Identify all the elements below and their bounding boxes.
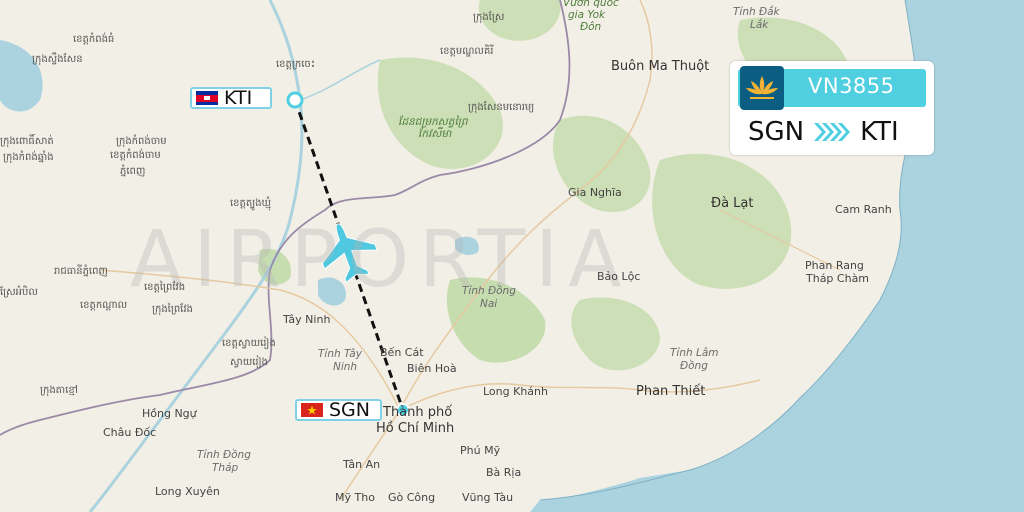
label-my-tho: Mỹ Tho [335, 491, 375, 504]
vietnam-flag [301, 403, 323, 417]
label-gia-nghia: Gia Nghĩa [568, 186, 622, 199]
label-yok-don-2: gia Yok [568, 9, 606, 21]
label-ba-ria: Bà Rịa [486, 466, 522, 479]
label-phu-my: Phú Mỹ [460, 444, 501, 457]
route-origin: SGN [748, 117, 805, 147]
label-tinh-lam-dong-2: Đồng [680, 360, 708, 372]
destination-marker [286, 91, 304, 109]
label-khmer-15: ខេត្តកណ្ដាល [80, 300, 128, 311]
label-tinh-dong-nai-2: Nai [480, 298, 498, 310]
label-thanh-pho: Thành phố [383, 405, 453, 420]
label-khmer-13: ខេត្តព្រៃវែង [144, 282, 186, 293]
label-khmer-7: កែវសីមា [418, 128, 452, 140]
label-khmer-9: ខេត្តកំពង់ចាម [110, 150, 161, 161]
label-tinh-dong-thap-2: Tháp [212, 462, 239, 474]
label-go-cong: Gò Công [388, 491, 436, 504]
label-khmer-18: ក្រុងតាខ្មៅ [40, 385, 78, 396]
label-bien-hoa: Biên Hoà [407, 362, 457, 375]
label-khmer-3: ខេត្តក្រចេះ [276, 59, 316, 70]
label-hong-ngu: Hồng Ngự [142, 407, 197, 420]
label-khmer-21: ស្រែអំបិល [0, 287, 38, 298]
origin-code: SGN [329, 398, 370, 421]
label-khmer-14: ក្រុងព្រៃវែង [152, 304, 193, 315]
label-tinh-tay-ninh-2: Ninh [333, 361, 358, 373]
label-ben-cat: Bến Cát [380, 346, 424, 359]
label-chau-doc: Châu Đốc [103, 426, 157, 439]
chevrons-right-icon [812, 121, 852, 143]
label-tinh-dak-lak-1: Tỉnh Đắk [733, 6, 780, 18]
label-khmer-11: ភ្នំពេញ [120, 166, 146, 177]
label-cam-ranh: Cam Ranh [835, 203, 892, 216]
label-da-lat: Đà Lạt [711, 196, 754, 211]
cambodia-flag [196, 91, 218, 105]
label-long-xuyen: Long Xuyên [155, 485, 220, 498]
label-yok-don-3: Đôn [580, 21, 602, 33]
destination-code: KTI [224, 86, 253, 109]
label-tinh-dong-thap-1: Tỉnh Đồng [197, 449, 251, 461]
label-tinh-lam-dong-1: Tỉnh Lâm [670, 347, 719, 359]
label-buon-ma-thuot: Buôn Ma Thuột [611, 59, 710, 74]
label-khmer-12: រាជធានីភ្នំពេញ [54, 266, 108, 277]
label-khmer-20: ក្រុងពោធិ៍សាត់ [0, 136, 54, 147]
label-vung-tau: Vũng Tàu [462, 491, 514, 504]
label-khmer-4: ខេត្តមណ្ឌលគិរី [440, 46, 494, 57]
label-tay-ninh: Tây Ninh [283, 313, 331, 326]
watermark: AIRPORTIA [130, 215, 632, 305]
label-khmer-8: ក្រុងកំពង់ចាម [116, 136, 167, 147]
airline-logo [740, 66, 784, 110]
label-phan-thiet: Phan Thiết [636, 384, 706, 399]
label-khmer-19: ក្រុងកំពង់ឆ្នាំង [3, 152, 54, 163]
route-destination: KTI [860, 117, 899, 147]
flight-info-card[interactable]: VN3855 SGN KTI [730, 61, 934, 155]
flight-number: VN3855 [808, 74, 895, 98]
label-khmer-16: ខេត្តស្វាយរៀង [222, 338, 276, 349]
label-long-khanh: Long Khánh [483, 385, 548, 398]
label-tinh-dak-lak-2: Lắk [750, 19, 769, 31]
label-bao-loc: Bảo Lộc [597, 270, 641, 283]
label-yok-don-1: Vườn quốc [563, 0, 619, 9]
label-ho-chi-minh: Hồ Chí Minh [376, 421, 455, 436]
label-tinh-tay-ninh-1: Tỉnh Tây [318, 348, 362, 360]
label-tan-an: Tân An [343, 458, 381, 471]
label-khmer-10: ខេត្តត្បូងឃ្មុំ [230, 198, 272, 209]
label-khmer-17: ស្វាយរៀង [230, 357, 268, 368]
label-khmer-22: ក្រុងស្រែ [473, 12, 505, 23]
destination-tag[interactable]: KTI [190, 87, 272, 109]
label-khmer-2: ក្រុងស្ទឹងសែន [32, 54, 83, 65]
label-khmer-5: ក្រុងសែនមនោរម្យ [468, 102, 535, 113]
route: SGN KTI [748, 115, 918, 149]
lotus-icon [746, 76, 778, 99]
label-phan-rang: Phan Rang [805, 259, 864, 272]
origin-tag[interactable]: SGN [295, 399, 382, 421]
label-thap-cham: Tháp Chàm [806, 272, 870, 285]
label-khmer-1: ខេត្តកំពង់ធំ [73, 34, 115, 45]
label-tinh-dong-nai-1: Tỉnh Đồng [462, 285, 516, 297]
